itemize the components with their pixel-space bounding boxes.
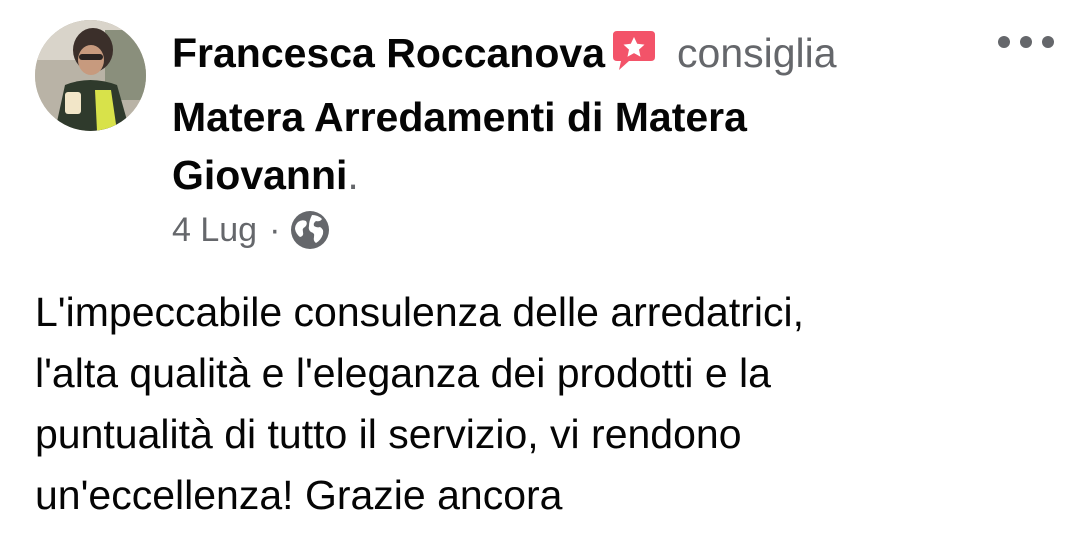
body-line: puntualità di tutto il servizio, vi rend… [35,411,742,457]
author-name[interactable]: Francesca Roccanova [172,30,605,76]
action-verb: consiglia [677,30,837,76]
recommend-star-badge-icon [611,29,657,88]
page-name-line-1: Matera Arredamenti di Matera [172,94,747,140]
body-line: un'eccellenza! Grazie ancora [35,472,563,518]
recommended-page-name[interactable]: Matera Arredamenti di Matera Giovanni [172,94,747,198]
body-line: l'alta qualità e l'eleganza dei prodotti… [35,350,771,396]
more-dot [998,36,1010,48]
post-date[interactable]: 4 Lug [172,211,257,250]
page-name-line-2: Giovanni [172,152,348,198]
post-card: Francesca Roccanova consiglia Matera Arr… [0,0,1080,533]
post-header: Francesca Roccanova consiglia Matera Arr… [172,24,972,204]
more-dot [1020,36,1032,48]
meta-separator: · [269,210,281,249]
post-body: L'impeccabile consulenza delle arredatri… [35,282,1045,526]
author-avatar[interactable] [35,20,146,131]
globe-icon[interactable] [290,210,330,250]
avatar-image [35,20,146,131]
post-meta: 4 Lug · [172,208,330,252]
sentence-period: . [347,152,359,198]
more-options-icon[interactable] [998,30,1054,54]
body-line: L'impeccabile consulenza delle arredatri… [35,289,805,335]
more-dot [1042,36,1054,48]
